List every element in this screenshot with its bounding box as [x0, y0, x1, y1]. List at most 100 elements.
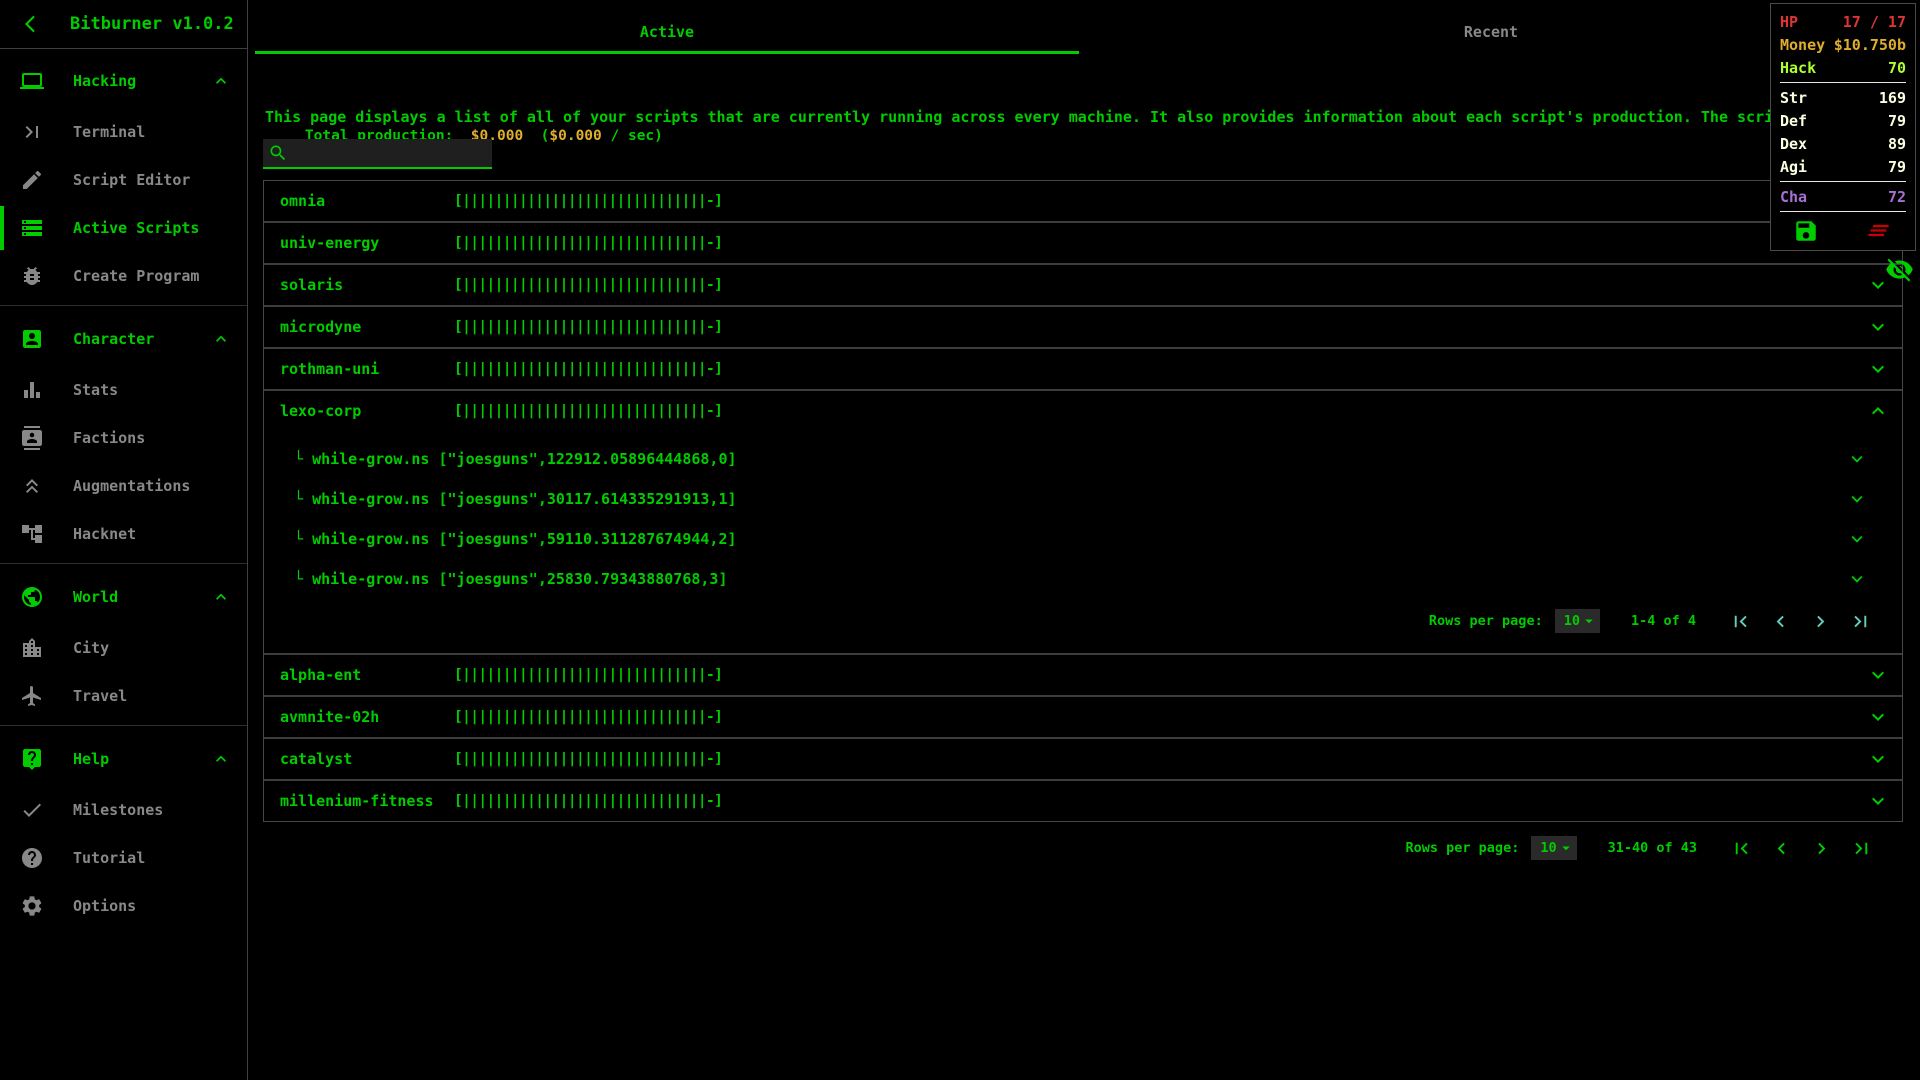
- last-page-button[interactable]: [1849, 610, 1872, 633]
- stat-label: Def: [1780, 111, 1808, 130]
- scripts-pagination: Rows per page: 10 1-4 of 4: [264, 599, 1902, 643]
- expand-script-button[interactable]: [1846, 568, 1868, 590]
- sidebar-section-world[interactable]: World: [0, 569, 247, 624]
- expand-server-button[interactable]: [1866, 663, 1890, 687]
- expand-server-button[interactable]: [1866, 747, 1890, 771]
- globe-icon: [22, 586, 42, 607]
- save-icon[interactable]: [1793, 218, 1819, 244]
- last-page-icon: [1854, 615, 1867, 627]
- chevron-up-icon: [216, 593, 226, 600]
- rows-per-page-select[interactable]: 10: [1554, 609, 1600, 633]
- sidebar-section-hacking[interactable]: Hacking: [0, 53, 247, 108]
- sidebar-section-label: Character: [73, 329, 155, 348]
- script-args: ["joesguns",122912.05896444868,0]: [429, 450, 737, 468]
- script-row[interactable]: └ while-grow.ns ["joesguns",25830.793438…: [264, 559, 1902, 599]
- overview-actions: [1771, 217, 1915, 244]
- sidebar-divider: [0, 305, 247, 306]
- script-row[interactable]: └ while-grow.ns ["joesguns",59110.311287…: [264, 519, 1902, 559]
- script-row[interactable]: └ while-grow.ns ["joesguns",30117.614335…: [264, 479, 1902, 519]
- stat-value: 169: [1878, 88, 1906, 107]
- server-accordion: omnia [||||||||||||||||||||||||||||||-]: [264, 181, 1902, 223]
- sidebar-item-tutorial[interactable]: Tutorial: [0, 834, 247, 882]
- script-label: └ while-grow.ns ["joesguns",59110.311287…: [294, 530, 737, 548]
- stat-value: 70: [1887, 58, 1906, 77]
- stat-row-def: Def 79: [1771, 109, 1915, 132]
- script-row[interactable]: └ while-grow.ns ["joesguns",122912.05896…: [264, 439, 1902, 479]
- live-help-icon: [23, 748, 41, 770]
- search-input[interactable]: [288, 145, 492, 161]
- expand-server-button[interactable]: [1866, 315, 1890, 339]
- sidebar-section-character[interactable]: Character: [0, 311, 247, 366]
- sidebar-item-milestones[interactable]: Milestones: [0, 786, 247, 834]
- chevron-down-icon: [1872, 671, 1884, 679]
- sidebar-section-help[interactable]: Help: [0, 731, 247, 786]
- stat-value: 89: [1887, 134, 1906, 153]
- collapse-server-button[interactable]: [1866, 399, 1890, 423]
- stat-row-agi: Agi 79: [1771, 155, 1915, 178]
- expand-script-button[interactable]: [1846, 488, 1868, 510]
- sidebar-item-city[interactable]: City: [0, 624, 247, 672]
- script-name: while-grow.ns: [312, 530, 430, 548]
- tab-active[interactable]: Active: [255, 12, 1079, 52]
- previous-page-button[interactable]: [1769, 610, 1792, 633]
- sidebar-item-terminal[interactable]: Terminal: [0, 108, 247, 156]
- sidebar-item-factions[interactable]: Factions: [0, 414, 247, 462]
- stat-label: Str: [1780, 88, 1808, 107]
- sidebar-item-label: Factions: [73, 429, 146, 447]
- expand-server-button[interactable]: [1866, 789, 1890, 813]
- server-ram-bar: [||||||||||||||||||||||||||||||-]: [454, 793, 723, 809]
- sidebar-item-stats[interactable]: Stats: [0, 366, 247, 414]
- sidebar-item-create-program[interactable]: Create Program: [0, 252, 247, 300]
- server-row-rothman-uni[interactable]: rothman-uni [|||||||||||||||||||||||||||…: [264, 349, 1902, 389]
- last-page-button[interactable]: [1850, 837, 1873, 860]
- next-page-button[interactable]: [1810, 837, 1833, 860]
- server-row-univ-energy[interactable]: univ-energy [|||||||||||||||||||||||||||…: [264, 223, 1902, 263]
- expand-server-button[interactable]: [1866, 705, 1890, 729]
- previous-page-button[interactable]: [1770, 837, 1793, 860]
- server-ram-bar: [||||||||||||||||||||||||||||||-]: [454, 403, 723, 419]
- sidebar-item-augmentations[interactable]: Augmentations: [0, 462, 247, 510]
- server-row-microdyne[interactable]: microdyne [|||||||||||||||||||||||||||||…: [264, 307, 1902, 347]
- server-row-solaris[interactable]: solaris [||||||||||||||||||||||||||||||-…: [264, 265, 1902, 305]
- server-row-millenium-fitness[interactable]: millenium-fitness [|||||||||||||||||||||…: [264, 781, 1902, 821]
- stat-row-hack: Hack 70: [1771, 56, 1915, 79]
- server-row-alpha-ent[interactable]: alpha-ent [|||||||||||||||||||||||||||||…: [264, 655, 1902, 695]
- account-box-icon: [23, 329, 41, 348]
- sidebar-item-options[interactable]: Options: [0, 882, 247, 930]
- next-page-button[interactable]: [1809, 610, 1832, 633]
- sidebar-item-active-scripts[interactable]: Active Scripts: [0, 204, 247, 252]
- server-name: avmnite-02h: [280, 708, 380, 726]
- server-accordion: avmnite-02h [|||||||||||||||||||||||||||…: [264, 697, 1902, 739]
- first-page-button[interactable]: [1729, 610, 1752, 633]
- script-label: └ while-grow.ns ["joesguns",122912.05896…: [294, 450, 737, 468]
- storage-icon: [22, 220, 42, 236]
- chevron-down-icon: [1851, 535, 1863, 543]
- expand-server-button[interactable]: [1866, 357, 1890, 381]
- first-page-button[interactable]: [1730, 837, 1753, 860]
- server-row-lexo-corp[interactable]: lexo-corp [|||||||||||||||||||||||||||||…: [264, 391, 1902, 431]
- gear-icon: [22, 896, 42, 916]
- server-row-omnia[interactable]: omnia [||||||||||||||||||||||||||||||-]: [264, 181, 1902, 221]
- expand-script-button[interactable]: [1846, 528, 1868, 550]
- chevron-right-icon: [1817, 615, 1825, 627]
- rows-per-page-select[interactable]: 10: [1531, 836, 1577, 860]
- collapse-sidebar-icon[interactable]: [20, 14, 40, 34]
- sidebar-item-script-editor[interactable]: Script Editor: [0, 156, 247, 204]
- clear-all-icon[interactable]: [1865, 217, 1892, 244]
- visibility-off-icon[interactable]: [1885, 255, 1914, 284]
- expand-script-button[interactable]: [1846, 448, 1868, 470]
- server-accordion: rothman-uni [|||||||||||||||||||||||||||…: [264, 349, 1902, 391]
- pagination-range: 31-40 of 43: [1607, 840, 1697, 856]
- sidebar-header: Bitburner v1.0.2: [0, 0, 247, 49]
- stat-row-dex: Dex 89: [1771, 132, 1915, 155]
- sidebar-item-hacknet[interactable]: Hacknet: [0, 510, 247, 558]
- app-title: Bitburner v1.0.2: [70, 14, 234, 34]
- sidebar-nav: Hacking Terminal Script Editor Active Sc…: [0, 49, 247, 930]
- server-row-catalyst[interactable]: catalyst [||||||||||||||||||||||||||||||…: [264, 739, 1902, 779]
- account-tree-icon: [22, 525, 42, 543]
- stat-value: 79: [1887, 157, 1906, 176]
- contacts-icon: [22, 426, 42, 450]
- sidebar-item-travel[interactable]: Travel: [0, 672, 247, 720]
- stat-value: 17 / 17: [1842, 12, 1906, 31]
- server-row-avmnite-02h[interactable]: avmnite-02h [|||||||||||||||||||||||||||…: [264, 697, 1902, 737]
